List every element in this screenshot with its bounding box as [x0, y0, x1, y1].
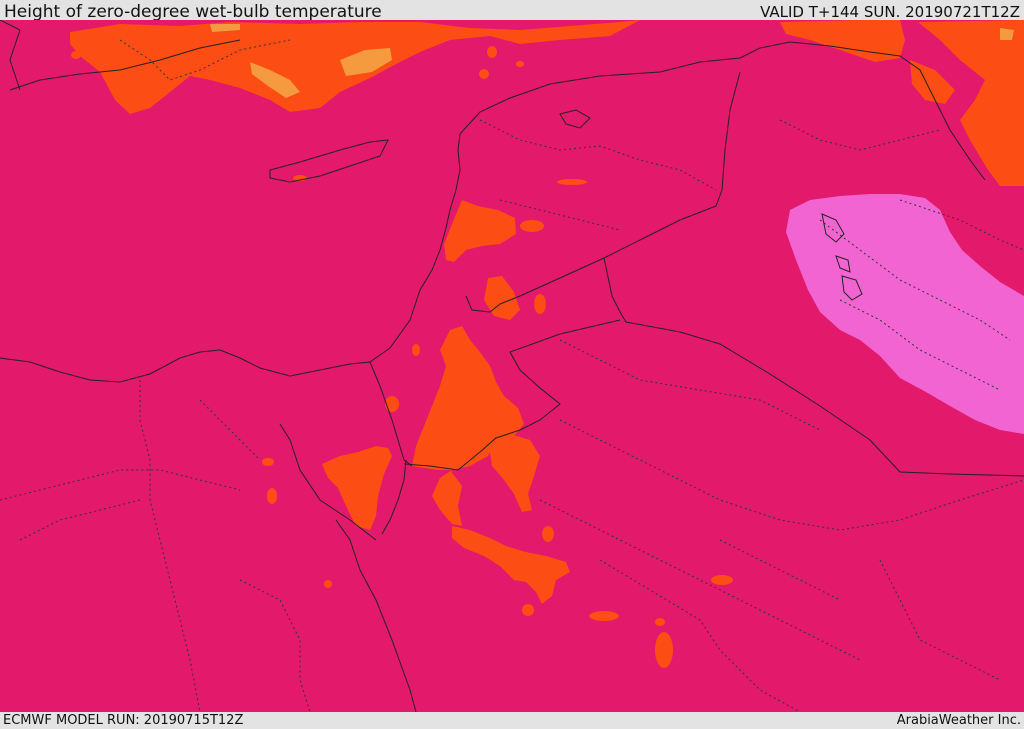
orange-blob-saudi-8 [655, 618, 665, 626]
orange-blob-saudi-5 [589, 611, 619, 621]
orange-blob-turkey-4 [71, 51, 81, 59]
orange-blob-sinai-2 [267, 488, 277, 504]
field-background [0, 20, 1024, 712]
weather-map [0, 20, 1024, 712]
orange-blob-saudi-4 [522, 604, 534, 616]
orange-blob-syria-1 [520, 220, 544, 232]
orange-blob-saudi-2 [412, 344, 420, 356]
orange-blob-saudi-6 [711, 575, 733, 585]
valid-time: VALID T+144 SUN. 20190721T12Z [760, 3, 1020, 21]
model-run-label: ECMWF MODEL RUN: 20190715T12Z [3, 713, 244, 728]
orange-blob-egypt [324, 580, 332, 588]
footer-bar: ECMWF MODEL RUN: 20190715T12Z ArabiaWeat… [0, 712, 1024, 729]
light-orange-patch-iran [1000, 28, 1014, 40]
orange-blob-saudi-1 [385, 396, 399, 412]
header-bar: Height of zero-degree wet-bulb temperatu… [0, 0, 1024, 22]
orange-blob-syria-3 [557, 179, 587, 185]
credit-label: ArabiaWeather Inc. [896, 713, 1021, 728]
map-title: Height of zero-degree wet-bulb temperatu… [4, 2, 382, 22]
orange-blob-saudi-7 [655, 632, 673, 668]
orange-blob-turkey-3 [516, 61, 524, 67]
orange-blob-turkey-1 [487, 46, 497, 58]
orange-blob-saudi-3 [542, 526, 554, 542]
orange-blob-sinai-1 [262, 458, 274, 466]
orange-blob-turkey-2 [479, 69, 489, 79]
orange-blob-syria-2 [534, 294, 546, 314]
